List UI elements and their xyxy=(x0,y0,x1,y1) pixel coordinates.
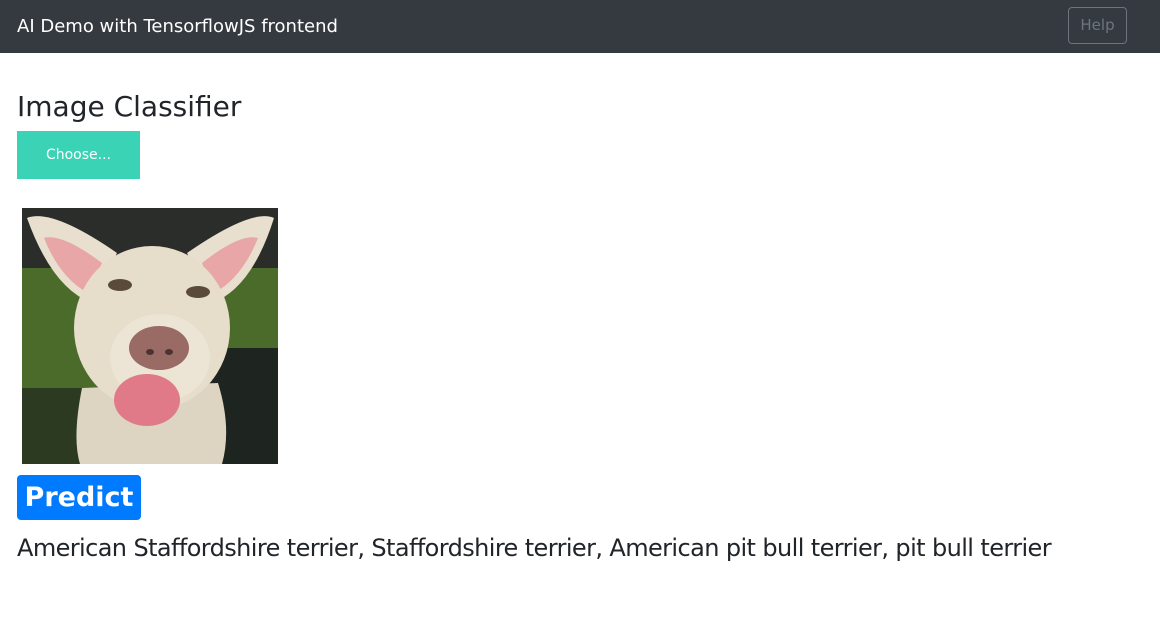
help-button[interactable]: Help xyxy=(1068,7,1127,44)
predict-button[interactable]: Predict xyxy=(17,475,141,520)
uploaded-image xyxy=(22,208,278,464)
choose-file-button[interactable]: Choose... xyxy=(17,131,140,179)
page-title: Image Classifier xyxy=(17,90,242,123)
prediction-result: American Staffordshire terrier, Stafford… xyxy=(17,534,1052,562)
navbar-brand[interactable]: AI Demo with TensorflowJS frontend xyxy=(17,15,338,39)
navbar: AI Demo with TensorflowJS frontend Help xyxy=(0,0,1160,53)
